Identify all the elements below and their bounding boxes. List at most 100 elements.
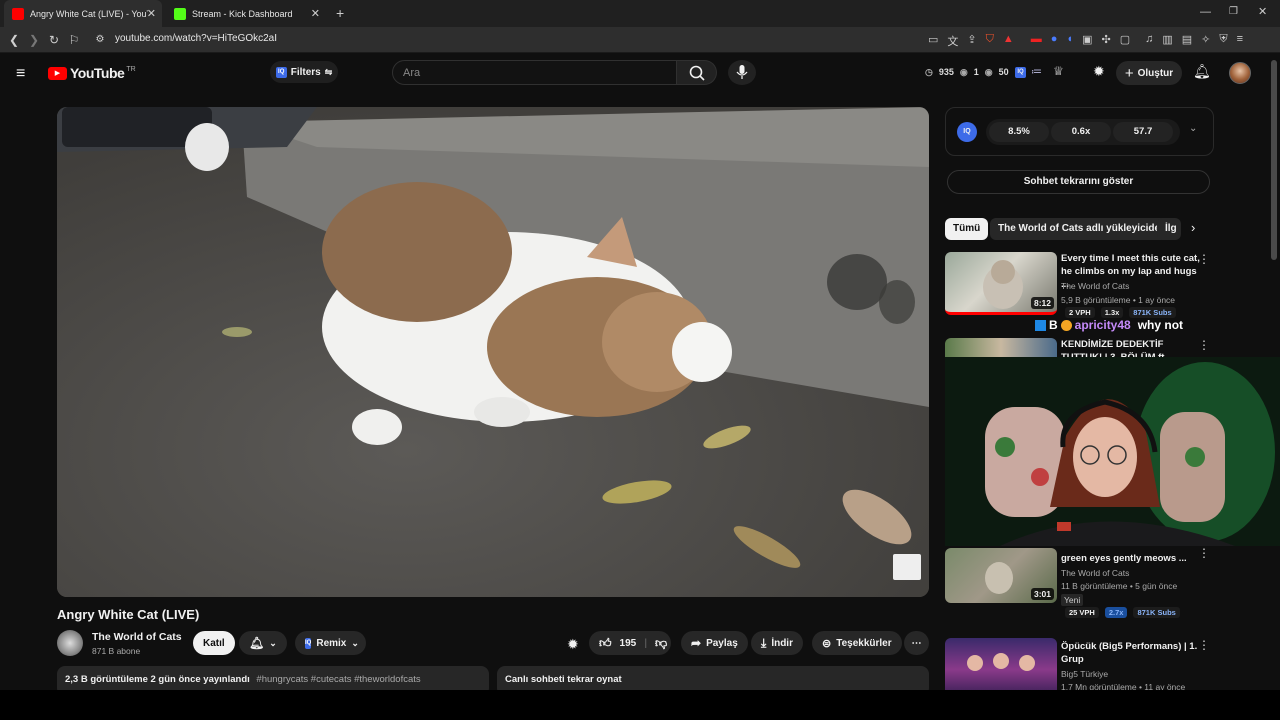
tab-youtube[interactable]: Angry White Cat (LIVE) - YouTube ✕ xyxy=(4,0,162,27)
brave-shield-icon[interactable]: ⛉ xyxy=(986,33,994,49)
ext-screenshot-icon[interactable]: ▣ xyxy=(1082,33,1092,49)
channel-avatar[interactable] xyxy=(57,630,83,656)
forward-icon[interactable]: ❯ xyxy=(26,32,42,48)
thumbs-up-icon[interactable]: 👍︎ xyxy=(599,636,612,651)
viewers-icon: ◉ xyxy=(984,67,993,77)
menu-icon[interactable]: ≡ xyxy=(1237,33,1243,49)
subscriber-count: 871 B abone xyxy=(92,646,141,656)
download-icon: ⤓ xyxy=(761,635,767,650)
chevron-down-icon[interactable]: ⌄ xyxy=(1189,123,1197,134)
search-button[interactable] xyxy=(677,60,717,85)
ext-capture-icon[interactable]: ▢ xyxy=(1120,33,1130,49)
ext-blue-icon[interactable]: ● xyxy=(1051,33,1058,49)
vpn-icon[interactable]: ⛨ xyxy=(1219,33,1227,49)
create-label: Oluştur xyxy=(1137,67,1174,79)
filters-button[interactable]: IQ Filters ⇋ xyxy=(270,61,338,83)
wallet-icon[interactable]: ▤ xyxy=(1182,33,1192,49)
youtube-logo[interactable]: ▶ YouTube TR xyxy=(48,65,136,81)
reload-icon[interactable]: ↻ xyxy=(46,32,62,48)
iq-logo-icon: IQ xyxy=(957,122,977,142)
rewards-icon[interactable]: ▲ xyxy=(1003,33,1014,49)
tab-kick[interactable]: Stream - Kick Dashboard ✕ xyxy=(166,0,326,27)
channel-name[interactable]: The World of Cats xyxy=(92,631,182,643)
install-icon[interactable]: ▭ xyxy=(928,33,938,49)
chevron-down-icon: ⌄ xyxy=(351,637,359,648)
recommendation-item[interactable]: KENDİMİZE DEDEKTİF TUTTUK! | 3. BÖLÜM ft… xyxy=(945,338,1214,358)
download-label: İndir xyxy=(771,637,793,649)
tab-bar: Angry White Cat (LIVE) - YouTube ✕ Strea… xyxy=(0,0,1280,27)
create-button[interactable]: + Oluştur xyxy=(1116,61,1182,85)
search-input[interactable]: Ara xyxy=(392,60,677,85)
thanks-button[interactable]: ⊜ Teşekkürler xyxy=(812,631,902,655)
youtube-ext-icon[interactable]: ▬ xyxy=(1031,33,1042,49)
clock-icon: ◷ xyxy=(925,67,933,77)
divider: | xyxy=(644,637,648,649)
extensions-toolbar: ▭ 文 ⇪ ⛉ ▲ ▬ ● ◖ ▣ ✣ ▢ ♫ ▥ ▤ ✧ ⛨ ≡ xyxy=(928,33,1243,49)
hashtags[interactable]: #hungrycats #cutecats #theworldofcats xyxy=(256,674,420,685)
close-window-icon[interactable]: ✕ xyxy=(1258,5,1267,18)
pin-icon[interactable]: ♕ xyxy=(1053,64,1064,78)
sliders-icon: ⇋ xyxy=(324,66,333,77)
ext-audio-icon[interactable]: ◖ xyxy=(1066,33,1073,49)
more-actions-button[interactable]: ⋯ xyxy=(904,631,929,655)
more-vert-icon[interactable]: ⋮ xyxy=(1198,546,1210,560)
plus-icon: + xyxy=(1124,64,1134,82)
thumbnail[interactable] xyxy=(945,638,1057,690)
recommendation-item[interactable]: 8:12 Every time I meet this cute cat, he… xyxy=(945,252,1214,318)
close-tab-icon[interactable]: ✕ xyxy=(147,7,156,20)
recommendation-item[interactable]: Öpücük (Big5 Performans) | 1. Grup Big5 … xyxy=(945,638,1214,690)
extension-gear-icon[interactable]: ✹ xyxy=(567,636,579,653)
minimize-icon[interactable]: — xyxy=(1200,6,1211,18)
filter-chip-uploader[interactable]: The World of Cats adlı yükleyiciden xyxy=(990,218,1175,240)
iq-value-percent: 8.5% xyxy=(989,122,1049,142)
avatar[interactable] xyxy=(1229,62,1251,84)
webcam-image xyxy=(945,357,1280,546)
chat-username: apricity48 xyxy=(1074,318,1131,332)
share-icon[interactable]: ⇪ xyxy=(967,33,976,49)
thumbnail[interactable]: 8:12 xyxy=(945,252,1057,315)
more-vert-icon[interactable]: ⋮ xyxy=(1198,338,1210,352)
url-field[interactable]: youtube.com/watch?v=HiTeGOkc2aI xyxy=(115,33,277,44)
bookmark-icon[interactable]: ⚐ xyxy=(66,32,82,48)
leo-icon[interactable]: ✧ xyxy=(1201,33,1210,49)
sidebar-icon[interactable]: ▥ xyxy=(1162,33,1172,49)
back-icon[interactable]: ❮ xyxy=(6,32,22,48)
new-tab-icon[interactable]: + xyxy=(336,5,344,21)
gear-badge-icon[interactable]: ✹ xyxy=(1093,63,1105,80)
more-vert-icon[interactable]: ⋮ xyxy=(1198,638,1210,652)
iq-icon[interactable]: IQ xyxy=(1015,67,1026,78)
more-vert-icon[interactable]: ⋮ xyxy=(1198,252,1210,266)
iq-logo-icon: IQ xyxy=(305,637,312,649)
join-button[interactable]: Katıl xyxy=(193,631,235,655)
thumbnail[interactable] xyxy=(945,338,1057,358)
chevron-right-icon[interactable]: › xyxy=(1191,220,1195,235)
remix-button[interactable]: IQ Remix ⌄ xyxy=(295,631,366,655)
filter-chip-related[interactable]: İlg xyxy=(1157,218,1181,240)
thumbs-down-icon[interactable]: 👎︎ xyxy=(655,636,667,651)
recommendation-item[interactable]: 3:01 green eyes gently meows ... The Wor… xyxy=(945,546,1214,621)
puzzle-icon[interactable]: ✣ xyxy=(1101,33,1110,49)
voice-search-button[interactable] xyxy=(728,60,756,85)
thanks-label: Teşekkürler xyxy=(836,637,892,649)
rec-title: Öpücük (Big5 Performans) | 1. Grup xyxy=(1061,641,1198,665)
list-icon[interactable]: ≔ xyxy=(1031,65,1042,78)
notifications-bell-icon[interactable]: 🔔︎ xyxy=(1193,63,1211,80)
video-player[interactable] xyxy=(57,107,929,597)
thumbnail[interactable]: 3:01 xyxy=(945,548,1057,603)
hamburger-menu-icon[interactable]: ≡ xyxy=(16,65,25,83)
close-tab-icon[interactable]: ✕ xyxy=(311,7,320,20)
site-info-icon[interactable]: ⚙ xyxy=(92,32,108,48)
music-icon[interactable]: ♫ xyxy=(1145,33,1153,49)
video-frame-cat xyxy=(57,107,929,597)
download-button[interactable]: ⤓ İndir xyxy=(751,631,803,655)
share-button[interactable]: ➦ Paylaş xyxy=(681,631,748,655)
maximize-icon[interactable]: ❐ xyxy=(1229,6,1238,17)
rec-channel: Big5 Türkiye xyxy=(1061,669,1109,679)
search-icon xyxy=(689,65,705,81)
translate-icon[interactable]: 文 xyxy=(947,33,958,49)
filter-chip-all[interactable]: Tümü xyxy=(945,218,989,240)
show-chat-button[interactable]: Sohbet tekrarını göster xyxy=(947,170,1210,194)
page-scrollbar[interactable] xyxy=(1271,60,1277,260)
notification-toggle[interactable]: 🔔︎ ⌄ xyxy=(239,631,287,655)
duration-badge: 8:12 xyxy=(1030,297,1054,309)
